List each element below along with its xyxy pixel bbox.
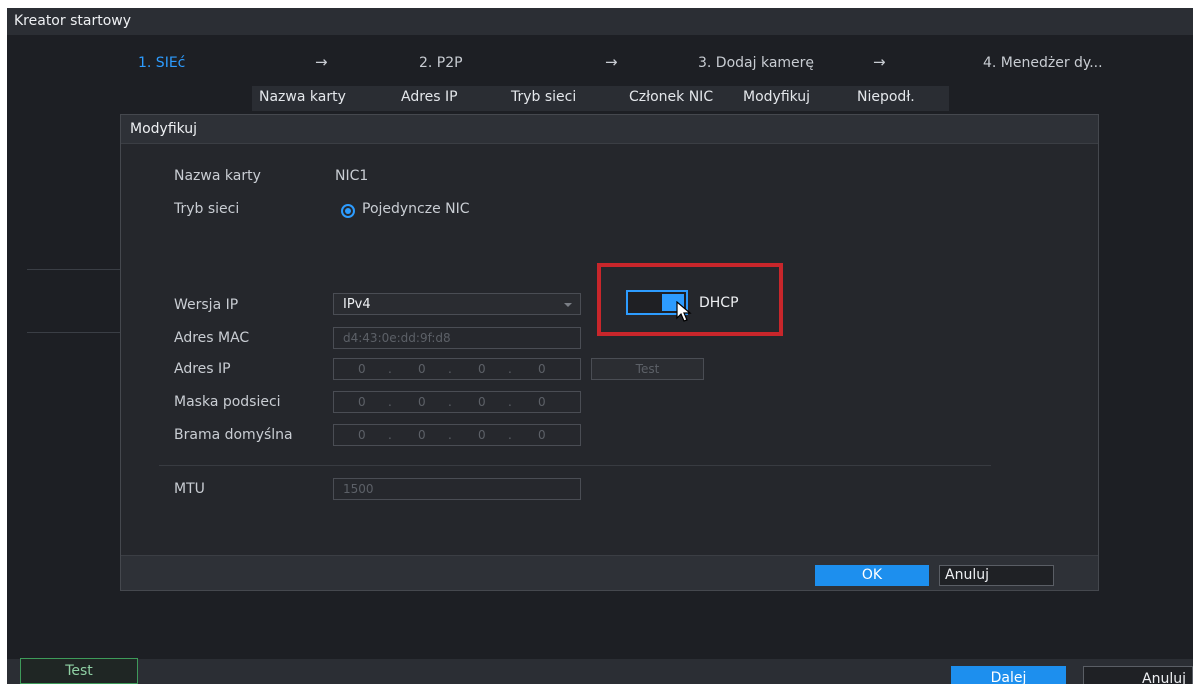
step-storage-manager[interactable]: 4. Menedżer dy... xyxy=(983,55,1103,71)
ip-octet: 0 xyxy=(538,362,546,376)
column-independent: Niepodł. xyxy=(857,89,915,105)
dialog-cancel-button[interactable]: Anuluj xyxy=(939,565,1054,586)
nic-table-header xyxy=(252,86,949,111)
mtu-value: 1500 xyxy=(343,482,374,496)
column-modify: Modyfikuj xyxy=(743,89,811,105)
ip-address-label: Adres IP xyxy=(174,361,231,377)
single-nic-option-label: Pojedyncze NIC xyxy=(362,201,470,217)
table-row-divider xyxy=(27,332,127,333)
subnet-mask-label: Maska podsieci xyxy=(174,394,281,410)
mouse-pointer-icon xyxy=(676,301,692,322)
test-ip-button[interactable]: Test xyxy=(591,358,704,380)
ok-button[interactable]: OK xyxy=(815,565,929,586)
mask-octet: 0 xyxy=(418,395,426,409)
mac-address-value: d4:43:0e:dd:9f:d8 xyxy=(343,331,451,345)
single-nic-radio[interactable] xyxy=(341,204,355,218)
wizard-window: Kreator startowy 1. SIEć → 2. P2P → 3. D… xyxy=(7,8,1193,684)
window-title: Kreator startowy xyxy=(14,13,131,29)
chevron-down-icon xyxy=(564,303,572,307)
ip-octet: 0 xyxy=(418,362,426,376)
step-arrow-icon: → xyxy=(315,53,328,71)
step-network[interactable]: 1. SIEć xyxy=(138,55,185,71)
mask-octet: 0 xyxy=(538,395,546,409)
next-button[interactable]: Dalej xyxy=(951,666,1066,684)
column-card-name: Nazwa karty xyxy=(259,89,346,105)
section-divider xyxy=(159,465,991,466)
ip-version-label: Wersja IP xyxy=(174,297,239,313)
step-add-camera[interactable]: 3. Dodaj kamerę xyxy=(698,55,814,71)
card-name-label: Nazwa karty xyxy=(174,168,261,184)
wizard-cancel-button[interactable]: Anuluj xyxy=(1083,666,1193,684)
default-gateway-label: Brama domyślna xyxy=(174,427,293,443)
gateway-octet: 0 xyxy=(478,428,486,442)
ip-octet: 0 xyxy=(358,362,366,376)
dialog-title: Modyfikuj xyxy=(130,121,198,137)
ip-version-select[interactable]: IPv4 xyxy=(333,293,581,315)
mac-address-label: Adres MAC xyxy=(174,330,250,346)
mtu-label: MTU xyxy=(174,481,205,497)
modify-dialog: Modyfikuj Nazwa karty NIC1 Tryb sieci Po… xyxy=(120,114,1099,591)
ip-address-input[interactable]: 0 . 0 . 0 . 0 xyxy=(333,358,581,380)
column-network-mode: Tryb sieci xyxy=(511,89,577,105)
gateway-octet: 0 xyxy=(538,428,546,442)
dialog-footer: OK Anuluj xyxy=(121,555,1098,590)
default-gateway-input[interactable]: 0 . 0 . 0 . 0 xyxy=(333,424,581,446)
ip-version-value: IPv4 xyxy=(343,297,371,312)
dhcp-label: DHCP xyxy=(699,295,739,311)
gateway-octet: 0 xyxy=(418,428,426,442)
title-bar: Kreator startowy xyxy=(7,8,1193,35)
card-name-value: NIC1 xyxy=(335,168,369,184)
gateway-octet: 0 xyxy=(358,428,366,442)
column-nic-member: Członek NIC xyxy=(629,89,714,105)
subnet-mask-input[interactable]: 0 . 0 . 0 . 0 xyxy=(333,391,581,413)
mask-octet: 0 xyxy=(358,395,366,409)
column-ip-address: Adres IP xyxy=(401,89,458,105)
dialog-header: Modyfikuj xyxy=(121,115,1098,144)
ip-octet: 0 xyxy=(478,362,486,376)
network-mode-label: Tryb sieci xyxy=(174,201,240,217)
mac-address-field: d4:43:0e:dd:9f:d8 xyxy=(333,327,581,349)
test-button[interactable]: Test xyxy=(20,658,138,684)
table-row-divider xyxy=(27,269,127,270)
step-arrow-icon: → xyxy=(605,53,618,71)
highlight-frame xyxy=(597,263,783,336)
mask-octet: 0 xyxy=(478,395,486,409)
step-arrow-icon: → xyxy=(873,53,886,71)
step-p2p[interactable]: 2. P2P xyxy=(419,55,463,71)
mtu-field[interactable]: 1500 xyxy=(333,478,581,500)
